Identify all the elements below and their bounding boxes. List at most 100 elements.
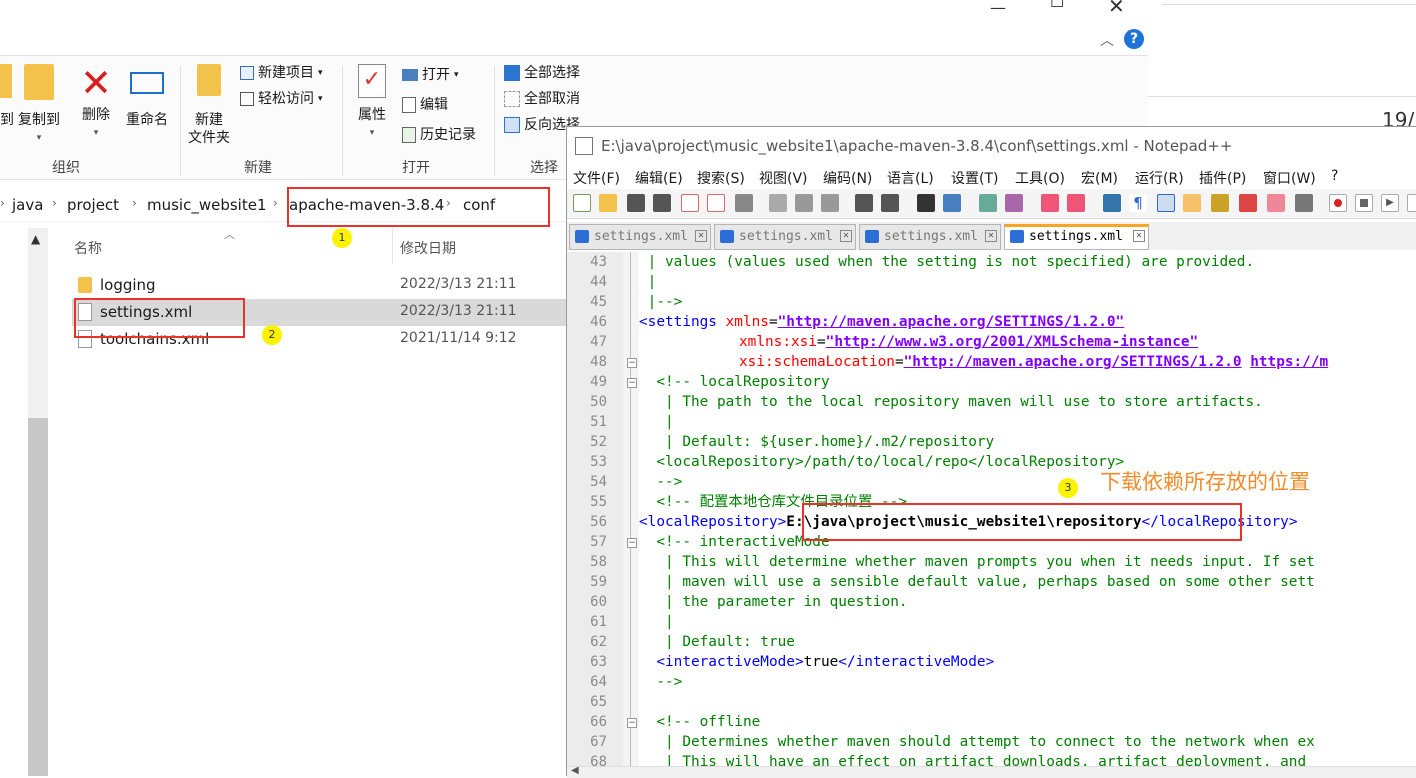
rename-button[interactable]: 重命名 — [122, 64, 172, 129]
group-organize-label: 组织 — [52, 160, 80, 176]
tab-close-icon[interactable]: ✕ — [840, 230, 852, 242]
menu-encoding[interactable]: 编码(N) — [823, 168, 872, 188]
monitor-icon[interactable] — [1295, 194, 1313, 212]
stop-macro-icon[interactable] — [1355, 194, 1373, 212]
code-line-66: <!-- offline — [639, 714, 761, 730]
file-row-logging[interactable]: logging 2022/3/13 21:11 — [72, 272, 566, 299]
line-number: 64 — [590, 674, 607, 690]
menu-view[interactable]: 视图(V) — [759, 168, 808, 188]
save-icon[interactable] — [627, 194, 645, 212]
find-icon[interactable] — [917, 194, 935, 212]
cut-icon[interactable] — [769, 194, 787, 212]
horizontal-scrollbar[interactable]: ◀ — [567, 765, 1416, 778]
replace-icon[interactable] — [943, 194, 961, 212]
menu-tools[interactable]: 工具(O) — [1015, 168, 1065, 188]
select-none-button[interactable]: 全部取消 — [504, 88, 580, 110]
new-item-button[interactable]: 新建项目 ▾ — [240, 62, 323, 84]
all-chars-icon[interactable]: ¶ — [1129, 194, 1147, 212]
fold-toggle-icon[interactable]: − — [627, 378, 637, 388]
scrollbar[interactable]: ▲ — [28, 228, 48, 776]
menu-settings[interactable]: 设置(T) — [951, 168, 998, 188]
sync-h-icon[interactable] — [1067, 194, 1085, 212]
record-macro-icon[interactable] — [1329, 194, 1347, 212]
close-file-icon[interactable] — [681, 194, 699, 212]
tab-settings-1[interactable]: settings.xml ✕ — [569, 224, 711, 250]
properties-button[interactable]: ✓ 属性 ▾ — [352, 64, 392, 142]
scroll-up-icon[interactable]: ▲ — [31, 232, 40, 246]
new-file-icon[interactable] — [573, 194, 591, 212]
code-line-44: | — [639, 274, 657, 290]
select-all-button[interactable]: 全部选择 — [504, 62, 580, 84]
minimize-icon[interactable]: — — [990, 0, 1006, 17]
highlight-box-settings — [74, 298, 245, 338]
new-folder-button[interactable]: 新建 文件夹 — [184, 64, 234, 147]
open-icon — [402, 69, 418, 81]
tab-settings-2[interactable]: settings.xml ✕ — [714, 224, 856, 250]
menu-language[interactable]: 语言(L) — [887, 168, 934, 188]
copy-icon[interactable] — [795, 194, 813, 212]
column-divider[interactable] — [392, 228, 393, 264]
scroll-left-icon[interactable]: ◀ — [571, 765, 579, 776]
close-icon[interactable]: ✕ — [1108, 0, 1125, 18]
run-macro-icon[interactable] — [1407, 194, 1416, 212]
open-file-icon[interactable] — [599, 194, 617, 212]
line-number: 46 — [590, 314, 607, 330]
column-header-modified[interactable]: 修改日期 — [400, 238, 456, 258]
menu-search[interactable]: 搜索(S) — [697, 168, 745, 188]
redo-icon[interactable] — [881, 194, 899, 212]
tab-close-icon[interactable]: ✕ — [1133, 230, 1145, 242]
breadcrumb-music-website1[interactable]: music_website1 — [147, 196, 267, 214]
copy-to-button[interactable]: 复制到 ▾ — [14, 64, 64, 147]
fold-toggle-icon[interactable]: − — [627, 538, 637, 548]
scrollbar-thumb[interactable] — [28, 418, 48, 776]
column-header-name[interactable]: 名称 — [74, 238, 102, 258]
line-number: 51 — [590, 414, 607, 430]
tab-settings-active[interactable]: settings.xml ✕ — [1004, 224, 1149, 250]
history-button[interactable]: 历史记录 — [402, 124, 476, 146]
code-line-67: | Determines whether maven should attemp… — [639, 734, 1315, 750]
fold-toggle-icon[interactable]: − — [627, 718, 637, 728]
menu-macro[interactable]: 宏(M) — [1081, 168, 1118, 188]
breadcrumb-project[interactable]: project — [67, 196, 119, 214]
menu-file[interactable]: 文件(F) — [573, 168, 620, 188]
folder-workspace-icon[interactable] — [1267, 194, 1285, 212]
rename-label: 重命名 — [126, 112, 168, 128]
doc-map-icon[interactable] — [1211, 194, 1229, 212]
copy-to-left-button[interactable]: 到 — [0, 64, 14, 129]
wrap-icon[interactable] — [1103, 194, 1121, 212]
properties-label: 属性 — [358, 107, 386, 123]
sync-v-icon[interactable] — [1041, 194, 1059, 212]
function-list-icon[interactable] — [1239, 194, 1257, 212]
edit-icon — [402, 97, 416, 113]
udl-icon[interactable] — [1183, 194, 1201, 212]
line-number: 61 — [590, 614, 607, 630]
maximize-icon[interactable]: ☐ — [1050, 0, 1064, 11]
help-icon[interactable]: ? — [1124, 29, 1144, 49]
menu-window[interactable]: 窗口(W) — [1263, 168, 1316, 188]
easy-access-button[interactable]: 轻松访问 ▾ — [240, 88, 323, 110]
save-all-icon[interactable] — [653, 194, 671, 212]
tab-close-icon[interactable]: ✕ — [695, 230, 707, 242]
tab-settings-3[interactable]: settings.xml ✕ — [859, 224, 1001, 250]
undo-icon[interactable] — [855, 194, 873, 212]
print-icon[interactable] — [735, 194, 753, 212]
fold-toggle-icon[interactable]: − — [627, 358, 637, 368]
zoom-in-icon[interactable] — [979, 194, 997, 212]
menu-plugins[interactable]: 插件(P) — [1199, 168, 1246, 188]
menu-edit[interactable]: 编辑(E) — [635, 168, 683, 188]
play-macro-icon[interactable]: ▶ — [1381, 194, 1399, 212]
zoom-out-icon[interactable] — [1005, 194, 1023, 212]
paste-icon[interactable] — [821, 194, 839, 212]
delete-button[interactable]: ✕ 删除 ▾ — [78, 64, 114, 142]
open-button[interactable]: 打开 ▾ — [402, 64, 459, 86]
tab-close-icon[interactable]: ✕ — [985, 230, 997, 242]
menu-run[interactable]: 运行(R) — [1135, 168, 1184, 188]
code-line-49: <!-- localRepository — [639, 374, 830, 390]
close-all-icon[interactable] — [707, 194, 725, 212]
edit-button[interactable]: 编辑 — [402, 94, 448, 116]
code-line-52: | Default: ${user.home}/.m2/repository — [639, 434, 995, 450]
menu-help[interactable]: ? — [1331, 168, 1338, 184]
breadcrumb-java[interactable]: java — [12, 196, 43, 214]
collapse-ribbon-icon[interactable]: ︿ — [1100, 30, 1114, 50]
indent-guide-icon[interactable] — [1157, 194, 1175, 212]
